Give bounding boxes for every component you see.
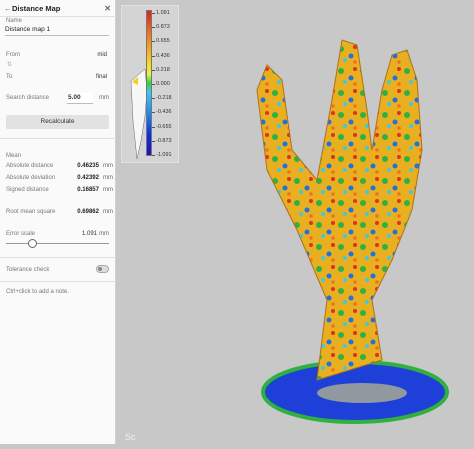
from-label: From [6, 52, 20, 58]
3d-viewport[interactable]: Sc [117, 0, 474, 444]
from-value[interactable]: mid [97, 52, 107, 58]
mean-label: Mean [6, 153, 22, 159]
stat-value: 0.16857 [77, 187, 99, 193]
panel-header: ← Distance Map ✕ [0, 0, 115, 16]
error-scale-unit: mm [99, 231, 109, 237]
stat-unit: mm [103, 163, 113, 169]
error-scale-label: Error scale [6, 231, 36, 237]
watermark: Sc [125, 432, 136, 442]
search-distance-label: Search distance [6, 95, 50, 101]
note-hint: Ctrl+click to add a note. [6, 289, 69, 295]
to-label: To [6, 74, 13, 80]
tolerance-check-toggle[interactable] [96, 265, 109, 273]
error-scale-slider[interactable] [27, 239, 37, 248]
rms-value: 0.69862 [77, 209, 99, 215]
search-distance-input[interactable]: 5.00 [67, 93, 93, 104]
stat-value: 0.42392 [77, 175, 99, 181]
back-icon[interactable]: ← [4, 4, 12, 13]
link-icon[interactable]: ⇅ [7, 61, 12, 68]
stat-unit: mm [103, 187, 113, 193]
tolerance-check-label: Tolerance check [6, 267, 50, 273]
stat-unit: mm [103, 175, 113, 181]
panel-title: Distance Map [12, 3, 61, 13]
stat-label: Absolute deviation [6, 175, 56, 181]
error-scale-value: 1.091 [81, 231, 97, 237]
divider [0, 281, 116, 282]
name-label: Name [6, 18, 23, 24]
to-value[interactable]: final [96, 74, 107, 80]
divider [0, 16, 116, 17]
stat-value: 0.46235 [77, 163, 99, 169]
close-icon[interactable]: ✕ [104, 4, 111, 13]
distance-map-panel: ← Distance Map ✕ Name Distance map 1 Fro… [0, 0, 116, 444]
name-field[interactable]: Distance map 1 [5, 25, 109, 36]
stat-label: Signed distance [6, 187, 49, 193]
rms-label: Root mean square [6, 209, 56, 215]
recalculate-button[interactable]: Recalculate [6, 115, 109, 129]
divider [0, 138, 116, 139]
search-distance-unit: mm [99, 95, 109, 101]
error-scale-track[interactable] [6, 243, 109, 244]
rms-unit: mm [103, 209, 113, 215]
divider [0, 257, 116, 258]
stat-label: Absolute distance [6, 163, 54, 169]
coral-model[interactable]: Sc [117, 0, 474, 444]
